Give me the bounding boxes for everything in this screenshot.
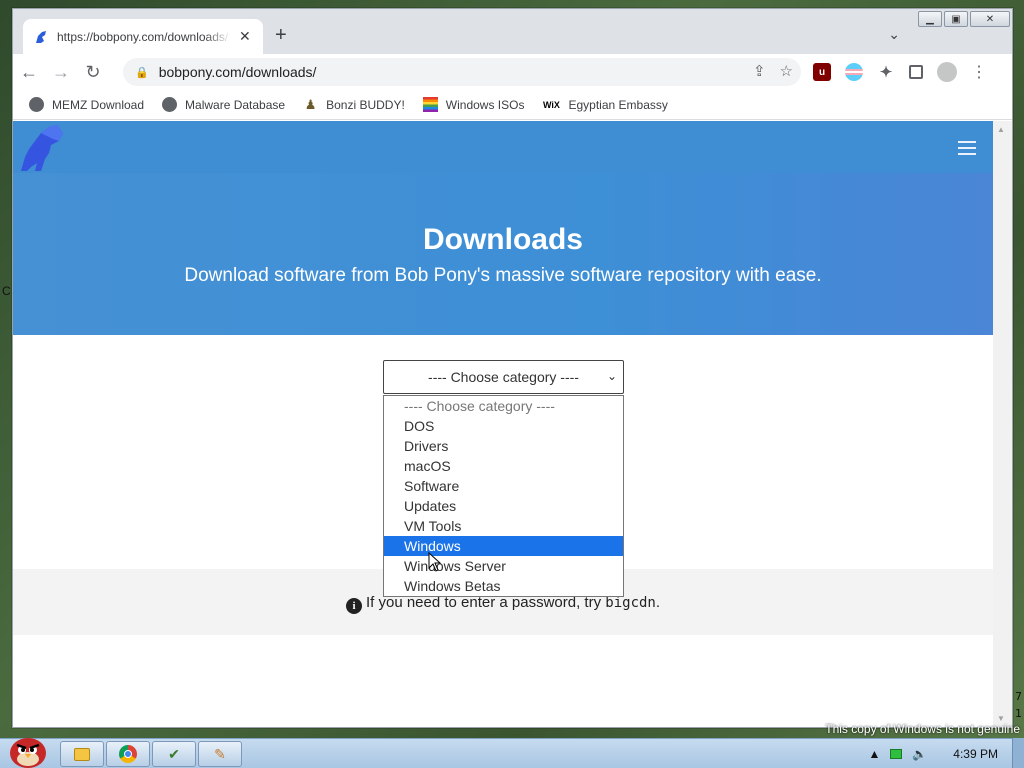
hamburger-menu-icon[interactable] (958, 141, 976, 159)
option-vm-tools[interactable]: VM Tools (384, 516, 623, 536)
category-select-value: ---- Choose category ---- (428, 369, 579, 385)
tab-close-icon[interactable]: ✕ (239, 28, 251, 45)
info-icon: i (345, 598, 362, 614)
bookmark-label: MEMZ Download (52, 97, 145, 112)
share-icon[interactable]: ⇪ (753, 62, 766, 80)
option-software[interactable]: Software (384, 476, 623, 496)
taskbar-app-button[interactable]: ✔ (152, 741, 196, 767)
page-scrollbar[interactable]: ▲ ▼ (993, 121, 1012, 727)
option-windows-betas[interactable]: Windows Betas (384, 576, 623, 596)
profile-avatar[interactable] (937, 62, 957, 82)
system-tray: ▲ 🔈 4:39 PM (868, 739, 1014, 768)
bookmark-windows-isos[interactable]: Windows ISOs (422, 97, 525, 112)
bookmark-label: Windows ISOs (445, 97, 525, 112)
taskbar-chrome-button[interactable] (106, 741, 150, 767)
folder-icon (74, 747, 90, 761)
clock[interactable]: 4:39 PM (937, 747, 1014, 761)
bookmark-star-icon[interactable]: ☆ (780, 62, 793, 80)
show-desktop-button[interactable] (1012, 738, 1024, 768)
bonzi-icon: ♟ (304, 96, 317, 112)
mouse-cursor-icon (428, 552, 442, 572)
bookmark-memz[interactable]: MEMZ Download (29, 97, 144, 112)
maximize-icon[interactable]: ▣ (944, 11, 968, 27)
sidepanel-icon[interactable] (909, 65, 923, 79)
puzzle-icon[interactable]: ✦ (877, 63, 895, 81)
page-title: Downloads (422, 223, 583, 256)
option-windows[interactable]: Windows (384, 536, 623, 556)
bookmark-egyptian-embassy[interactable]: WiX Egyptian Embassy (542, 97, 668, 112)
browser-window: https://bobpony.com/downloads/ ✕ + ⌄ ▁ ▣… (12, 8, 1013, 728)
bookmark-label: Malware Database (185, 97, 286, 112)
tab-search-icon[interactable]: ⌄ (888, 26, 900, 43)
bookmark-label: Bonzi BUDDY! (326, 97, 405, 112)
taskbar-explorer-button[interactable] (60, 741, 104, 767)
taskbar-paint-button[interactable]: ✎ (198, 741, 242, 767)
password-hint-value: bigcdn (605, 595, 656, 611)
windows-genuine-notice: This copy of Windows is not genuine (825, 722, 1020, 736)
back-icon[interactable]: ← (13, 56, 45, 88)
desktop-edge-digit: 7 (1015, 690, 1022, 703)
category-dropdown-list: ---- Choose category ---- DOS Drivers ma… (383, 395, 624, 597)
page-subtitle: Download software from Bob Pony's massiv… (184, 265, 822, 286)
chevron-down-icon: ⌄ (606, 369, 617, 383)
paint-icon: ✎ (214, 745, 226, 762)
bookmark-malware-database[interactable]: Malware Database (162, 97, 285, 112)
password-hint-period: . (655, 594, 661, 611)
bookmarks-bar: MEMZ Download Malware Database ♟ Bonzi B… (13, 90, 1012, 120)
chrome-icon (119, 745, 137, 763)
bookmark-bonzi[interactable]: ♟ Bonzi BUDDY! (303, 97, 405, 112)
option-macos[interactable]: macOS (384, 456, 623, 476)
tab-strip: https://bobpony.com/downloads/ ✕ + ⌄ ▁ ▣… (13, 9, 1012, 54)
password-hint: i If you need to enter a password, try bi… (13, 594, 993, 614)
desktop-edge-digit: 1 (1015, 707, 1022, 720)
minimize-icon[interactable]: ▁ (918, 11, 942, 27)
ublock-icon[interactable]: u (813, 63, 831, 81)
option-windows-server[interactable]: Windows Server (384, 556, 623, 576)
bobpony-logo-icon[interactable] (15, 123, 65, 173)
start-button-icon[interactable] (4, 731, 48, 768)
menu-kebab-icon[interactable]: ⋮ (971, 62, 987, 82)
option-updates[interactable]: Updates (384, 496, 623, 516)
trans-flag-icon[interactable] (845, 63, 863, 81)
close-window-icon[interactable]: ✕ (970, 11, 1010, 27)
bookmark-label: Egyptian Embassy (568, 97, 668, 112)
category-select[interactable]: ---- Choose category ---- ⌄ (383, 360, 624, 394)
option-dos[interactable]: DOS (384, 416, 623, 436)
lock-icon[interactable]: 🔒 (135, 66, 149, 79)
option-drivers[interactable]: Drivers (384, 436, 623, 456)
tab-title: https://bobpony.com/downloads/ (57, 29, 229, 44)
hero-banner: Downloads Download software from Bob Pon… (13, 121, 993, 335)
desktop-edge-text: C (2, 284, 11, 298)
network-icon[interactable] (890, 749, 903, 759)
browser-toolbar: ← → ↻ 🔒 bobpony.com/downloads/ ⇪ ☆ u ✦ ⋮ (13, 54, 1012, 90)
site-navbar (13, 121, 993, 173)
reload-icon[interactable]: ↻ (77, 56, 109, 88)
tray-expand-icon[interactable]: ▲ (868, 747, 880, 761)
window-controls: ▁ ▣ ✕ (918, 11, 1010, 27)
globe-icon (29, 97, 44, 112)
rainbow-flag-icon (422, 97, 438, 112)
taskbar: ✔ ✎ ▲ 🔈 4:39 PM (0, 738, 1024, 768)
option-choose-category[interactable]: ---- Choose category ---- (384, 396, 623, 416)
browser-tab[interactable]: https://bobpony.com/downloads/ ✕ (23, 19, 263, 54)
globe-icon (162, 97, 178, 112)
address-bar[interactable]: 🔒 bobpony.com/downloads/ ⇪ ☆ (123, 58, 801, 86)
scroll-up-icon[interactable]: ▲ (997, 125, 1005, 134)
address-url: bobpony.com/downloads/ (158, 64, 317, 80)
app-icon: ✔ (168, 745, 180, 762)
page-content: Downloads Download software from Bob Pon… (13, 121, 993, 727)
new-tab-icon[interactable]: + (275, 24, 287, 47)
volume-icon[interactable]: 🔈 (912, 747, 927, 761)
wix-icon: WiX (543, 99, 560, 110)
forward-icon[interactable]: → (45, 56, 77, 88)
bobpony-favicon-icon (36, 30, 46, 43)
